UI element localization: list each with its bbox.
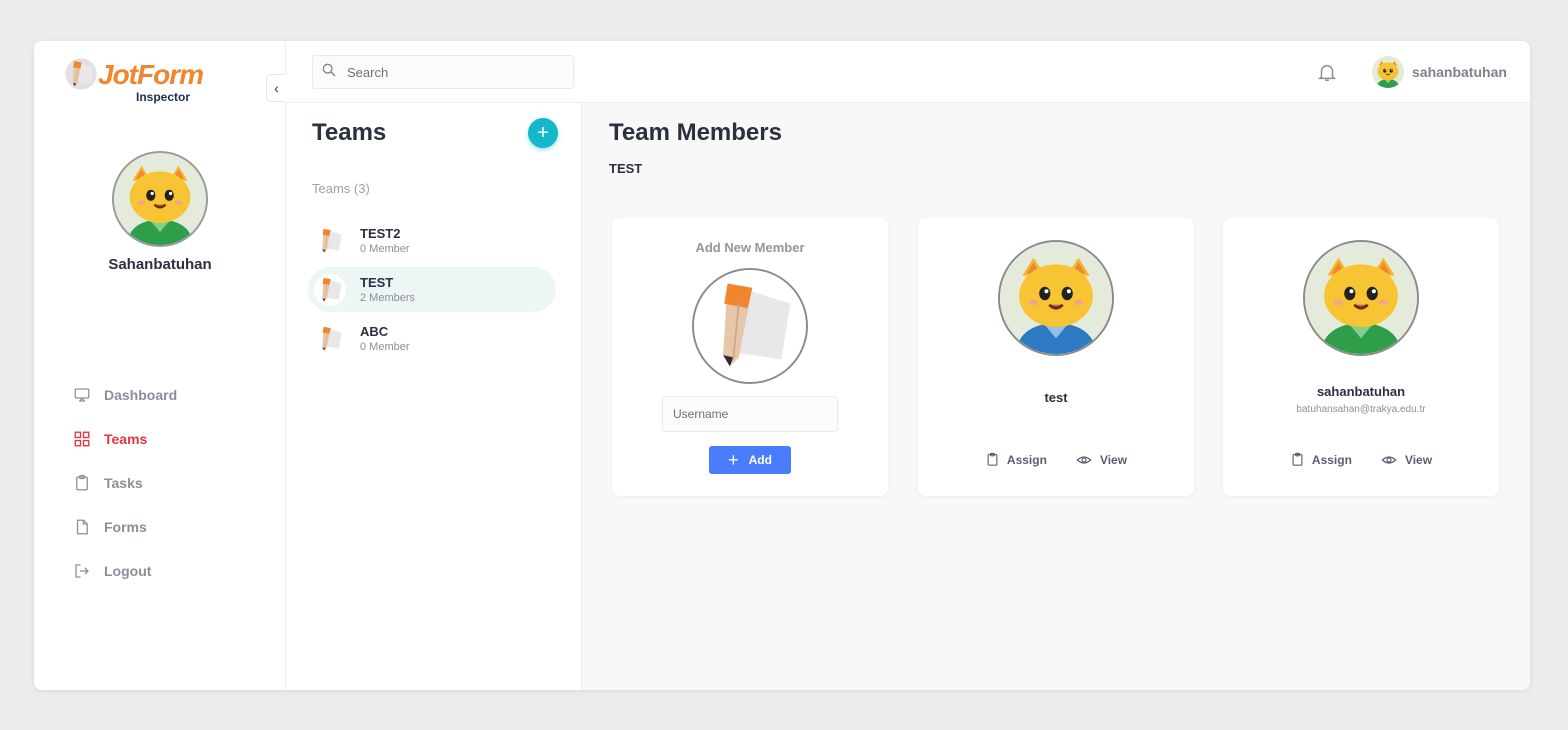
sidebar-item-label: Logout <box>104 563 152 579</box>
team-name: TEST2 <box>360 226 401 241</box>
user-name: sahanbatuhan <box>1412 64 1507 80</box>
teams-count: Teams (3) <box>312 181 370 196</box>
team-item-test2[interactable]: TEST2 0 Member <box>308 218 556 263</box>
sidebar-item-forms[interactable]: Forms <box>72 505 177 549</box>
collapse-sidebar-button[interactable]: ‹ <box>266 74 286 102</box>
add-member-card: Add New Member + Add <box>612 218 888 496</box>
search-box[interactable] <box>312 55 574 89</box>
user-avatar <box>1372 56 1404 88</box>
add-member-button[interactable]: + Add <box>709 446 791 474</box>
sidebar: JotForm Inspector ‹ Sahanbatuhan Dashboa… <box>34 41 286 690</box>
sidebar-item-label: Tasks <box>104 475 143 491</box>
clipboard-icon <box>987 452 998 466</box>
logo-pencil-icon <box>65 58 97 90</box>
teams-title: Teams <box>312 119 387 146</box>
sidebar-item-tasks[interactable]: Tasks <box>72 461 177 505</box>
team-item-test[interactable]: TEST 2 Members <box>308 267 556 312</box>
selected-team-name: TEST <box>609 161 643 176</box>
profile-avatar <box>112 151 208 247</box>
assign-label: Assign <box>1006 452 1047 467</box>
monitor-icon <box>72 385 92 405</box>
member-card: sahanbatuhan batuhansahan@trakya.edu.tr … <box>1223 218 1499 496</box>
team-name: ABC <box>360 324 389 339</box>
member-email: batuhansahan@trakya.edu.tr <box>1296 404 1426 415</box>
view-label: View <box>1404 452 1433 467</box>
chevron-left-icon: ‹ <box>274 80 279 96</box>
view-button[interactable]: View <box>1075 451 1127 468</box>
bell-icon[interactable] <box>1316 61 1338 83</box>
member-card: test Assign View <box>918 218 1194 496</box>
team-item-abc[interactable]: ABC 0 Member <box>308 316 556 361</box>
member-name: sahanbatuhan <box>1316 384 1406 399</box>
team-member-count: 0 Member <box>360 243 410 255</box>
assign-button[interactable]: Assign <box>985 451 1047 468</box>
member-actions: Assign View <box>1223 451 1499 468</box>
plus-icon: + <box>537 121 549 144</box>
view-label: View <box>1099 452 1128 467</box>
clipboard-icon <box>72 473 92 493</box>
member-name: test <box>1044 390 1068 405</box>
sidebar-item-teams[interactable]: Teams <box>72 417 177 461</box>
team-name: TEST <box>360 275 394 290</box>
sidebar-item-label: Dashboard <box>104 387 178 403</box>
jotform-logo[interactable]: JotForm Inspector <box>64 57 204 105</box>
team-member-count: 0 Member <box>360 341 410 353</box>
team-icon <box>314 224 346 257</box>
sidebar-item-dashboard[interactable]: Dashboard <box>72 373 177 417</box>
member-actions: Assign View <box>918 451 1194 468</box>
file-icon <box>72 517 92 537</box>
sidebar-item-label: Forms <box>104 519 147 535</box>
team-icon <box>314 322 346 355</box>
add-button-label: Add <box>748 453 772 467</box>
teams-panel: Teams + Teams (3) TEST2 0 Member TEST 2 … <box>286 103 582 690</box>
topbar: sahanbatuhan <box>286 41 1530 103</box>
eye-icon <box>1076 455 1092 464</box>
profile-name: Sahanbatuhan <box>108 256 212 273</box>
add-member-heading: Add New Member <box>695 240 805 255</box>
clipboard-icon <box>1292 452 1303 466</box>
search-icon <box>321 62 337 83</box>
logout-icon <box>72 561 92 581</box>
sidebar-nav: Dashboard Teams Tasks Forms Logout <box>72 373 177 593</box>
page-title: Team Members <box>609 119 782 146</box>
team-icon <box>314 273 346 306</box>
app-window: JotForm Inspector ‹ Sahanbatuhan Dashboa… <box>34 41 1530 690</box>
user-menu[interactable]: sahanbatuhan <box>1372 56 1507 88</box>
logo-subtitle: Inspector <box>136 90 191 104</box>
member-avatar <box>998 240 1114 356</box>
assign-button[interactable]: Assign <box>1290 451 1352 468</box>
eye-icon <box>1381 455 1397 464</box>
member-avatar <box>1303 240 1419 356</box>
plus-icon: + <box>728 450 739 470</box>
team-members-panel: Team Members TEST Add New Member + Add t… <box>582 103 1530 690</box>
new-member-avatar <box>692 268 808 384</box>
add-team-button[interactable]: + <box>528 118 558 148</box>
sidebar-item-label: Teams <box>104 431 148 447</box>
logo-text: JotForm <box>98 59 204 90</box>
sidebar-item-logout[interactable]: Logout <box>72 549 177 593</box>
username-input[interactable] <box>662 396 838 432</box>
assign-label: Assign <box>1311 452 1352 467</box>
search-input[interactable] <box>347 64 567 80</box>
grid-icon <box>72 429 92 449</box>
view-button[interactable]: View <box>1380 451 1432 468</box>
team-member-count: 2 Members <box>360 292 416 304</box>
team-list: TEST2 0 Member TEST 2 Members ABC 0 Memb… <box>308 218 556 365</box>
